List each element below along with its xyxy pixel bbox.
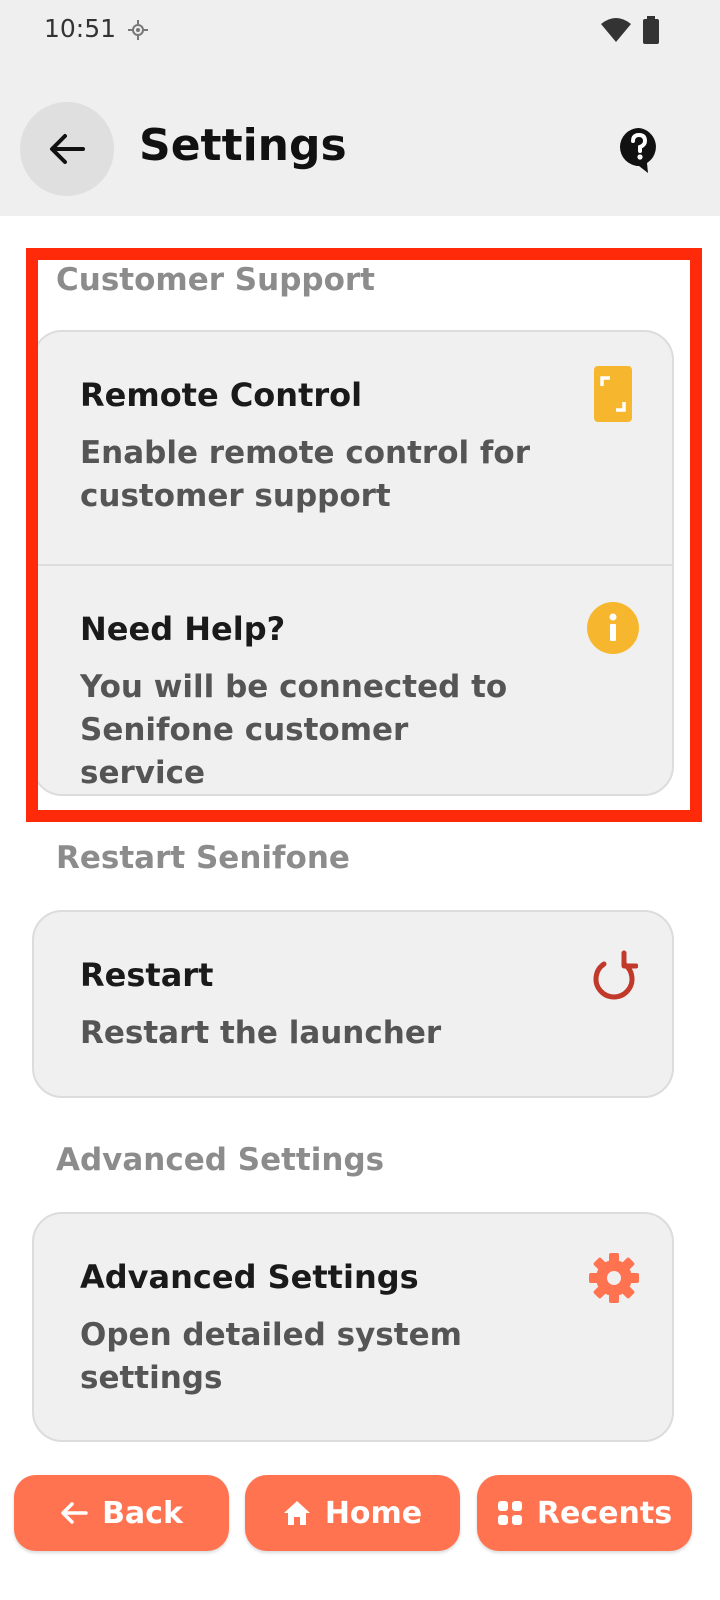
nav-recents-label: Recents <box>536 1495 673 1531</box>
nav-recents-button[interactable]: Recents <box>477 1475 692 1551</box>
recents-icon <box>497 1501 522 1525</box>
status-bar: 10:51 <box>0 0 720 62</box>
restart-subtitle: Restart the launcher <box>80 1015 442 1051</box>
back-arrow-icon <box>61 1502 88 1524</box>
highlight-box <box>26 248 702 822</box>
back-button[interactable] <box>20 102 114 196</box>
page-title: Settings <box>139 120 347 171</box>
status-time: 10:51 <box>44 14 117 43</box>
location-icon <box>128 20 148 40</box>
back-arrow-icon <box>50 134 85 164</box>
wifi-icon <box>601 18 631 42</box>
restart-title: Restart <box>80 956 214 994</box>
advanced-settings-title: Advanced Settings <box>80 1258 419 1296</box>
nav-back-button[interactable]: Back <box>14 1475 229 1551</box>
help-icon[interactable] <box>618 126 660 174</box>
home-icon <box>283 1501 310 1525</box>
section-title-restart: Restart Senifone <box>56 840 350 876</box>
advanced-settings-item[interactable]: Advanced Settings Open detailed system s… <box>34 1214 672 1440</box>
advanced-card: Advanced Settings Open detailed system s… <box>32 1212 674 1442</box>
gear-icon <box>589 1253 639 1303</box>
section-title-advanced: Advanced Settings <box>56 1142 385 1178</box>
battery-icon <box>643 16 659 44</box>
advanced-settings-subtitle: Open detailed system settings <box>80 1317 462 1396</box>
app-bar: Settings <box>0 62 720 216</box>
restart-item[interactable]: Restart Restart the launcher <box>34 912 672 1096</box>
nav-home-label: Home <box>324 1495 423 1531</box>
settings-list[interactable]: Customer Support Remote Control Enable r… <box>0 216 720 1466</box>
bottom-nav: Back Home Recents <box>0 1466 720 1600</box>
nav-back-label: Back <box>102 1495 183 1531</box>
restart-icon <box>593 950 638 1000</box>
nav-home-button[interactable]: Home <box>245 1475 460 1551</box>
restart-card: Restart Restart the launcher <box>32 910 674 1098</box>
